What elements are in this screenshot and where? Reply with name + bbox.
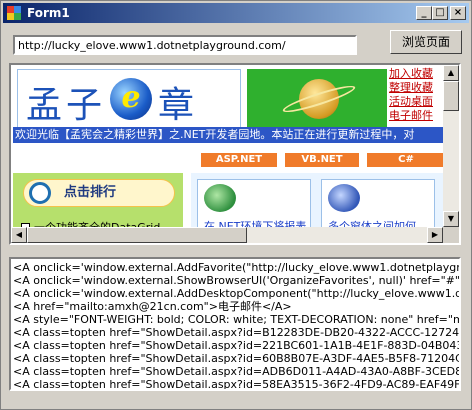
web-vertical-scrollbar[interactable]: ▲ ▼ — [443, 65, 459, 227]
web-horizontal-scrollbar[interactable]: ◀ ▶ — [11, 227, 443, 243]
logo-char-1: 孟 — [26, 85, 63, 126]
source-line: <A class=topten href="ShowDetail.aspx?id… — [13, 339, 461, 352]
html-source-textarea[interactable]: <A onclick='window.external.AddFavorite(… — [9, 257, 461, 391]
tab-vbnet[interactable]: VB.NET — [285, 153, 359, 167]
scroll-down-arrow-icon[interactable]: ▼ — [443, 211, 459, 227]
scroll-up-arrow-icon[interactable]: ▲ — [443, 65, 459, 81]
web-browser-view[interactable]: 孟 子 e 章 加入收藏 整理收藏 活动桌面 电子邮件 欢迎光临【孟宪会之精彩世… — [9, 63, 461, 245]
url-input[interactable] — [13, 35, 357, 55]
hscroll-thumb[interactable] — [27, 227, 247, 243]
logo-char-3: 章 — [158, 85, 195, 126]
source-line: <A class=topten href="ShowDetail.aspx?id… — [13, 352, 461, 365]
organize-favorites-link[interactable]: 整理收藏 — [389, 81, 443, 95]
minimize-button[interactable]: _ — [416, 6, 432, 20]
tab-aspnet[interactable]: ASP.NET — [201, 153, 277, 167]
source-line: <A style="FONT-WEIGHT: bold; COLOR: whit… — [13, 313, 461, 326]
welcome-marquee: 欢迎光临【孟宪会之精彩世界】之.NET开发者园地。本站正在进行更新过程中，对 — [13, 127, 445, 143]
source-line: <A onclick='window.external.AddDesktopCo… — [13, 287, 459, 300]
source-line: <A class=topten href="ShowDetail.aspx?id… — [13, 326, 461, 339]
saturn-banner — [247, 69, 387, 129]
magnifier-icon — [29, 182, 51, 204]
browse-page-button[interactable]: 浏览页面 — [390, 30, 462, 54]
scroll-right-arrow-icon[interactable]: ▶ — [427, 227, 443, 243]
globe-e-icon: e — [110, 78, 152, 120]
site-logo[interactable]: 孟 子 e 章 — [17, 69, 241, 129]
source-line: <A class=topten href="ShowDetail.aspx?id… — [13, 365, 461, 378]
site-header: 孟 子 e 章 — [15, 69, 387, 129]
scroll-thumb[interactable] — [443, 81, 459, 111]
source-line: <A onclick='window.external.ShowBrowserU… — [13, 274, 460, 287]
form1-window: Form1 _ □ × 浏览页面 孟 子 e 章 加入收藏 整理收藏 活动桌面 … — [0, 0, 472, 410]
source-line: <A onclick='window.external.AddFavorite(… — [13, 261, 461, 274]
article-thumbnail-icon — [328, 184, 360, 212]
title-bar[interactable]: Form1 _ □ × — [3, 3, 469, 23]
source-line: <A href="mailto:amxh@21cn.com">电子邮件</A> — [13, 300, 292, 313]
window-title: Form1 — [27, 6, 70, 20]
scroll-left-arrow-icon[interactable]: ◀ — [11, 227, 27, 243]
source-line: <A class=topten href="ShowDetail.aspx?id… — [13, 378, 461, 391]
header-links: 加入收藏 整理收藏 活动桌面 电子邮件 — [389, 67, 443, 123]
email-link[interactable]: 电子邮件 — [389, 109, 443, 123]
add-favorite-link[interactable]: 加入收藏 — [389, 67, 443, 81]
close-button[interactable]: × — [450, 6, 466, 20]
article-thumbnail-icon — [204, 184, 236, 212]
active-desktop-link[interactable]: 活动桌面 — [389, 95, 443, 109]
app-icon — [7, 6, 21, 20]
logo-char-2: 子 — [66, 85, 103, 126]
category-tabs: ASP.NET VB.NET C# — [13, 147, 445, 171]
tab-csharp[interactable]: C# — [367, 153, 445, 167]
scroll-corner — [443, 227, 459, 243]
maximize-button[interactable]: □ — [432, 6, 448, 20]
